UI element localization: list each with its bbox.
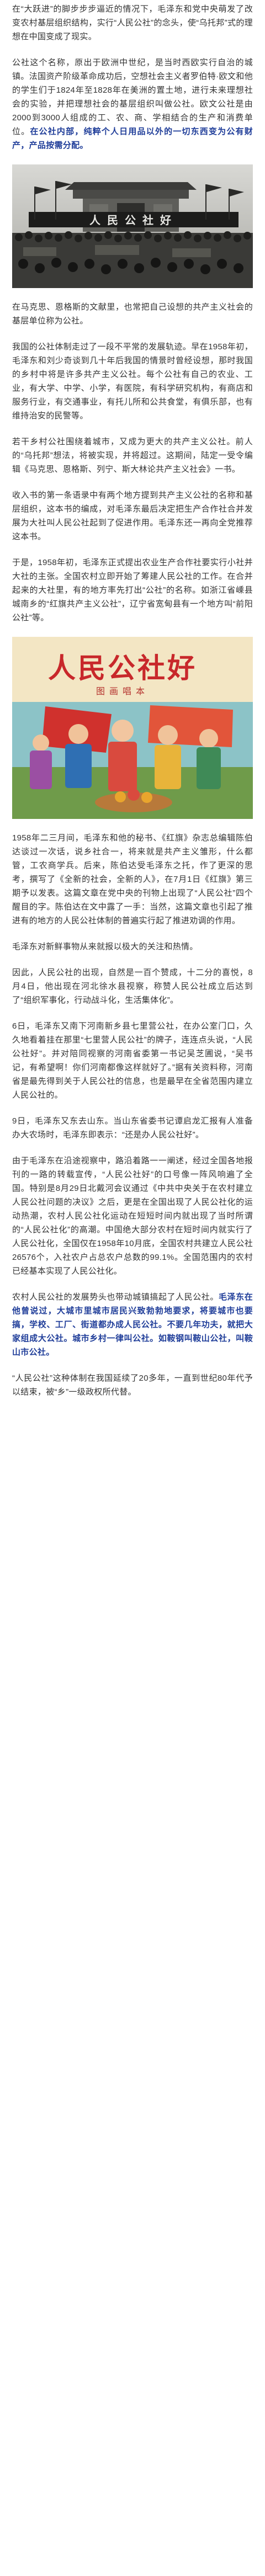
poster-title: 人民公社好 [48,652,197,684]
paragraph-xushui: 因此，人民公社的出现，自然是一百个赞成，十二分的喜悦，8月4日，他出现在河北徐水… [12,968,253,1005]
paragraph-text: 公社这个名称，原出于欧洲中世纪，是当时西欧实行自治的城镇。法国资产阶级革命成功后… [12,58,253,136]
paragraph-shandong: 9日，毛泽东又东去山东。当山东省委书记谭启龙汇报有人准备办大农场时，毛泽东即表示… [12,1116,253,1140]
paragraph-qiliying: 6日，毛泽东又南下河南新乡县七里营公社，在办公室门口，久久地看着挂在那里“七里营… [12,1021,253,1100]
highlight-text: 在公社内部，纯粹个人日用品以外的一切东西变为公有财产，产品按需分配。 [12,127,253,150]
article-body: 在“大跃进”的脚步步步逼近的情况下，毛泽东和党中央萌发了改变农村基层组织结构，实… [0,2,265,1399]
paragraph-utopia: 若干乡村公社围绕着城市，又成为更大的共产主义公社。前人的“乌托邦”想法，将被实现… [12,437,253,474]
paragraph-text: 1958年二三月间，毛泽东和他的秘书、《红旗》杂志总编辑陈伯达谈过一次话，说乡社… [12,833,253,925]
paragraph-1958: 于是，1958年初，毛泽东正式提出农业生产合作社要实行小社并大社的主张。全国农村… [12,558,253,622]
paragraph-commune-origin: 公社这个名称，原出于欧洲中世纪，是当时西欧实行自治的城镇。法国资产阶级革命成功后… [12,56,253,152]
highlight-text: 毛泽东在他曾说过，大城市里城市居民兴致勃勃地要求，将要城市也要搞，学校、工厂、街… [12,1292,253,1357]
paragraph-attention: 毛泽东对新鲜事物从来就报以极大的关注和热情。 [12,942,198,951]
banner-text: 人民公社好 [89,214,178,227]
paragraph-urban-communes: 农村人民公社的发展势头也带动城镇搞起了人民公社。毛泽东在他曾说过，大城市里城市居… [12,1290,253,1359]
paragraph-marx-engels: 在马克思、恩格斯的文献里，也常把自己设想的共产主义社会的基层单位称为公社。 [12,302,253,326]
paragraph-intro: 在“大跃进”的脚步步步逼近的情况下，毛泽东和党中央萌发了改变农村基层组织结构，实… [12,4,253,41]
paragraph-text-cont: 有的地方的人民公社体制的普遍实行起了推进劝调的作用。 [20,916,241,925]
paragraph-text: 农村人民公社的发展势头也带动城镇搞起了人民公社。 [12,1292,219,1302]
propaganda-poster: 人民公社好 图画唱本 [12,637,253,819]
paragraph-conclusion: “人民公社”这种体制在我国延续了20多年，一直到世纪80年代予以结束，被“乡”一… [12,1374,253,1397]
paragraph-quotations: 收入书的第一条语录中有两个地方提到共产主义公社的名称和基层组织，这本书的编成，对… [12,491,253,541]
paragraph-trajectory: 我国的公社体制走过了一段不平常的发展轨迹。早在1958年初，毛泽东和刘少奇谈到几… [12,342,253,421]
paragraph-nationwide: 由于毛泽东在沿途视察中，路沿着路一一阐述，经过全国各地报刊的一路的转载宣传，“人… [12,1156,253,1276]
paragraph-chen-boda: 1958年二三月间，毛泽东和他的秘书、《红旗》杂志总编辑陈伯达谈过一次话，说乡社… [12,831,253,928]
poster-subtitle: 图画唱本 [96,686,149,696]
historical-photo-rally: 人民公社好 [12,164,253,288]
